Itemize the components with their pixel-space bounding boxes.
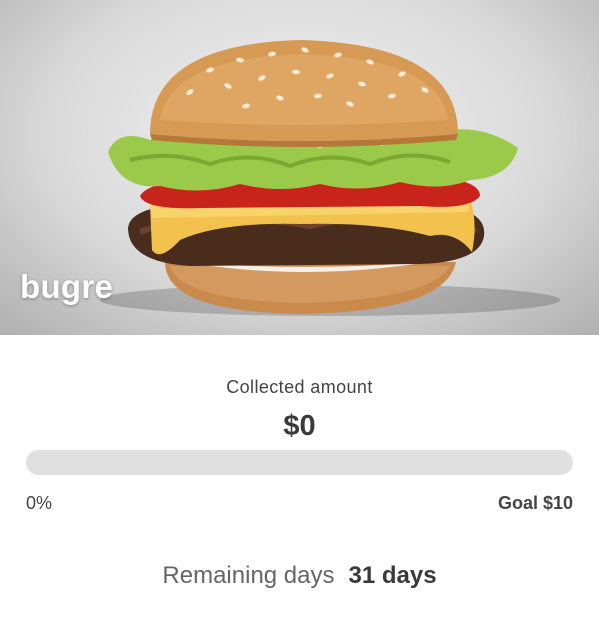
remaining-days-value: 31 days — [348, 562, 437, 589]
campaign-title: bugre — [20, 268, 114, 305]
collected-amount-label: Collected amount — [226, 377, 373, 397]
collected-amount-value: $0 — [283, 410, 316, 442]
progress-percent-label: 0% — [26, 493, 53, 513]
goal-amount-label: Goal $10 — [497, 493, 573, 513]
remaining-days-label: Remaining days — [162, 562, 335, 589]
remaining-days-row: Remaining days 31 days — [0, 562, 599, 590]
campaign-hero-image: bugre — [0, 0, 599, 335]
funding-progress-bar — [26, 450, 573, 475]
